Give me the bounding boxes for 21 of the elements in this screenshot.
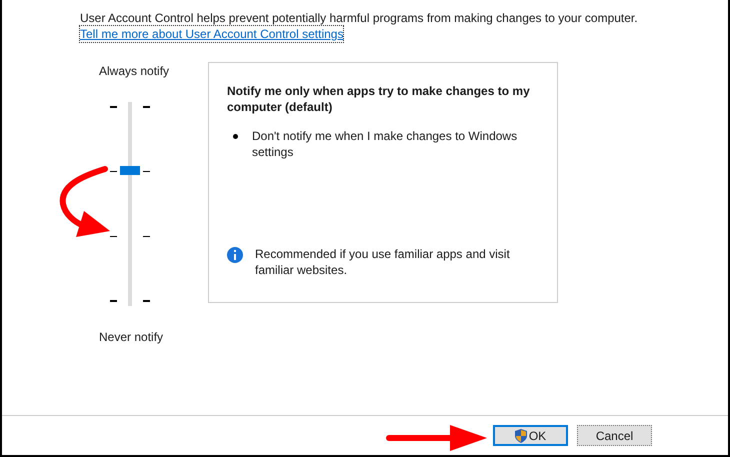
slider-top-label: Always notify [99, 63, 170, 80]
tick-mark [143, 106, 150, 108]
dialog-button[interactable]: Cancel [577, 425, 652, 446]
tick-mark [143, 170, 150, 172]
bullet-icon [233, 134, 238, 139]
tick-mark [143, 300, 150, 302]
description-title: Notify me only when apps try to make changes to my computer (default) [227, 83, 531, 115]
tick-mark [110, 300, 117, 302]
slider-bottom-label: Never notify [99, 329, 164, 346]
tick-mark [143, 236, 150, 238]
slider-thumb[interactable] [120, 166, 140, 175]
bullet-text: Don't notify me when I make changes to Windows settings [252, 128, 518, 160]
recommendation-text: Recommended if you use familiar apps and visit familiar websites. [255, 246, 511, 278]
info-icon [227, 247, 243, 263]
help-link[interactable]: Tell me more about User Account Control settings [80, 26, 344, 42]
intro-text: User Account Control helps prevent potentially harmful programs from making changes to your computer. [80, 10, 639, 26]
tick-mark [110, 170, 117, 172]
dialog-button[interactable]: OK [493, 425, 568, 446]
vertical-slider[interactable] [120, 102, 140, 306]
tick-mark [110, 236, 117, 238]
tick-mark [110, 106, 117, 108]
